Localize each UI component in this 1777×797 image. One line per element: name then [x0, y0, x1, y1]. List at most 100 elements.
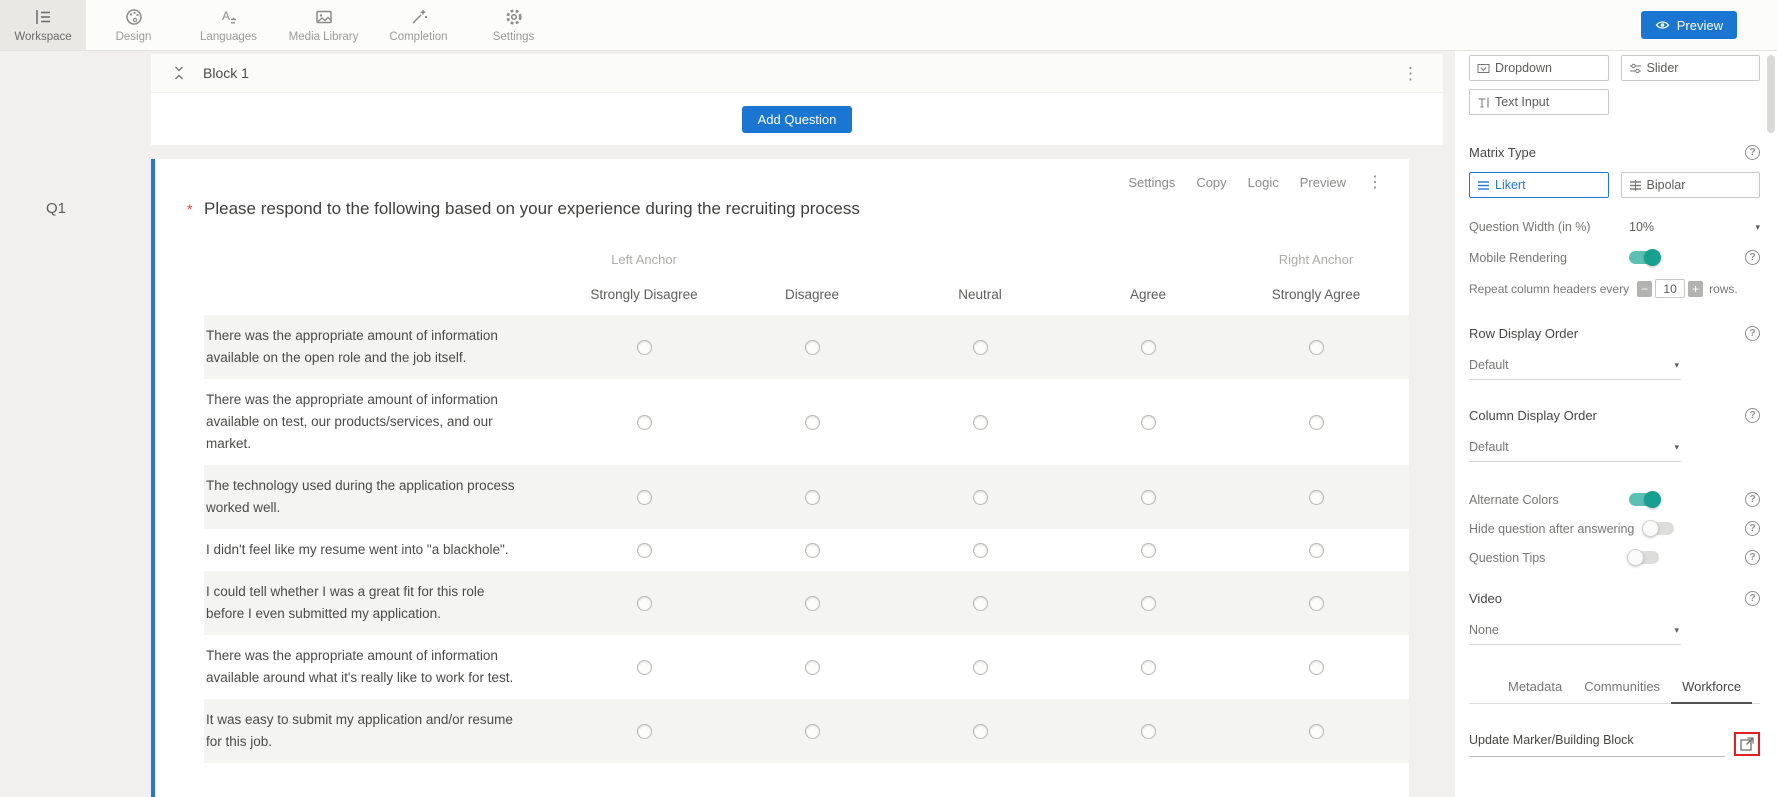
help-icon[interactable]: ?: [1745, 591, 1760, 606]
eye-icon: [1655, 19, 1670, 31]
radio-button[interactable]: [1308, 659, 1324, 675]
matrix-type-likert-button[interactable]: Likert: [1469, 172, 1609, 198]
stepper-minus-button[interactable]: −: [1637, 280, 1653, 297]
nav-item-completion[interactable]: Completion: [371, 0, 466, 50]
matrix-row-statement: The technology used during the applicati…: [206, 478, 515, 515]
radio-button[interactable]: [972, 595, 988, 611]
tab-workforce[interactable]: Workforce: [1671, 673, 1753, 704]
repeat-headers-stepper: − +: [1637, 279, 1704, 298]
matrix-row: The technology used during the applicati…: [204, 465, 1409, 529]
radio-button[interactable]: [972, 723, 988, 739]
radio-button[interactable]: [636, 339, 652, 355]
radio-button[interactable]: [1308, 723, 1324, 739]
type-text-input-button[interactable]: Text Input: [1469, 89, 1609, 115]
media-library-icon: [314, 7, 334, 27]
radio-button[interactable]: [1140, 542, 1156, 558]
alternate-colors-toggle[interactable]: [1629, 491, 1661, 508]
nav-item-settings[interactable]: Settings: [466, 0, 561, 50]
radio-button[interactable]: [1308, 339, 1324, 355]
nav-item-workspace[interactable]: Workspace: [0, 0, 86, 50]
stepper-plus-button[interactable]: +: [1688, 280, 1704, 297]
panel-scrollbar[interactable]: [1767, 55, 1775, 791]
radio-button[interactable]: [804, 339, 820, 355]
question-width-value[interactable]: 10%: [1629, 220, 1654, 234]
help-icon[interactable]: ?: [1745, 521, 1760, 536]
repeat-headers-input[interactable]: [1655, 279, 1686, 298]
question-title[interactable]: Please respond to the following based on…: [204, 199, 1381, 219]
row-display-order-select[interactable]: Default ▾: [1469, 354, 1681, 380]
question-menu-icon[interactable]: ⋮: [1367, 172, 1383, 192]
radio-button[interactable]: [1308, 414, 1324, 430]
hide-question-toggle[interactable]: [1642, 520, 1675, 537]
type-dropdown-button[interactable]: Dropdown: [1469, 55, 1609, 81]
question-tips-toggle[interactable]: [1627, 549, 1659, 566]
help-icon[interactable]: ?: [1745, 145, 1760, 160]
radio-button[interactable]: [804, 595, 820, 611]
help-icon[interactable]: ?: [1745, 408, 1760, 423]
radio-button[interactable]: [636, 723, 652, 739]
radio-button[interactable]: [1140, 339, 1156, 355]
radio-button[interactable]: [1140, 723, 1156, 739]
radio-button[interactable]: [972, 542, 988, 558]
radio-button[interactable]: [1140, 659, 1156, 675]
radio-button[interactable]: [636, 414, 652, 430]
type-slider-button[interactable]: Slider: [1620, 55, 1760, 81]
nav-label: Workspace: [14, 31, 72, 43]
help-icon[interactable]: ?: [1745, 250, 1760, 265]
scrollbar-thumb[interactable]: [1767, 55, 1775, 133]
video-value: None: [1469, 623, 1499, 637]
help-icon[interactable]: ?: [1745, 492, 1760, 507]
survey-builder-page: Workspace Design A Languages Media Libra…: [0, 0, 1777, 797]
radio-button[interactable]: [804, 542, 820, 558]
radio-button[interactable]: [804, 659, 820, 675]
radio-button[interactable]: [804, 723, 820, 739]
nav-item-media-library[interactable]: Media Library: [276, 0, 371, 50]
mobile-rendering-toggle[interactable]: [1629, 249, 1661, 266]
radio-button[interactable]: [636, 489, 652, 505]
add-question-button[interactable]: Add Question: [741, 105, 853, 133]
repeat-headers-suffix: rows.: [1709, 281, 1738, 296]
radio-button[interactable]: [804, 489, 820, 505]
radio-button[interactable]: [1308, 489, 1324, 505]
languages-icon: A: [219, 7, 239, 27]
radio-button[interactable]: [972, 489, 988, 505]
matrix-column-header: Strongly Agree: [1271, 286, 1361, 302]
question-settings-link[interactable]: Settings: [1128, 175, 1175, 190]
radio-button[interactable]: [972, 414, 988, 430]
completion-icon: [409, 7, 429, 27]
matrix-type-options: Likert Bipolar: [1469, 172, 1760, 198]
question-preview-link[interactable]: Preview: [1300, 175, 1346, 190]
radio-button[interactable]: [972, 659, 988, 675]
nav-item-design[interactable]: Design: [86, 0, 181, 50]
matrix-type-option-label: Likert: [1495, 178, 1526, 192]
video-select[interactable]: None ▾: [1469, 619, 1681, 645]
question-logic-link[interactable]: Logic: [1248, 175, 1279, 190]
radio-button[interactable]: [1140, 489, 1156, 505]
help-icon[interactable]: ?: [1745, 550, 1760, 565]
radio-button[interactable]: [636, 595, 652, 611]
tab-metadata[interactable]: Metadata: [1497, 673, 1573, 703]
tab-communities[interactable]: Communities: [1573, 673, 1671, 703]
chevron-down-icon[interactable]: ▾: [1755, 222, 1760, 233]
radio-button[interactable]: [1140, 414, 1156, 430]
question-title-row: * Please respond to the following based …: [187, 199, 1381, 219]
external-link-icon[interactable]: [1739, 736, 1755, 752]
question-copy-link[interactable]: Copy: [1196, 175, 1226, 190]
question-tips-row: Question Tips ?: [1469, 549, 1760, 566]
radio-button[interactable]: [804, 414, 820, 430]
help-icon[interactable]: ?: [1745, 326, 1760, 341]
column-display-order-select[interactable]: Default ▾: [1469, 436, 1681, 462]
nav-item-languages[interactable]: A Languages: [181, 0, 276, 50]
matrix-type-bipolar-button[interactable]: Bipolar: [1620, 172, 1760, 198]
radio-button[interactable]: [1308, 595, 1324, 611]
matrix-row-statement: There was the appropriate amount of info…: [206, 328, 498, 365]
radio-button[interactable]: [1308, 542, 1324, 558]
collapse-block-icon[interactable]: [169, 63, 189, 83]
radio-button[interactable]: [972, 339, 988, 355]
radio-button[interactable]: [636, 542, 652, 558]
preview-button[interactable]: Preview: [1640, 11, 1737, 39]
block-menu-icon[interactable]: ⋮: [1402, 65, 1419, 82]
radio-button[interactable]: [636, 659, 652, 675]
update-marker-link[interactable]: Update Marker/Building Block: [1469, 733, 1634, 747]
radio-button[interactable]: [1140, 595, 1156, 611]
